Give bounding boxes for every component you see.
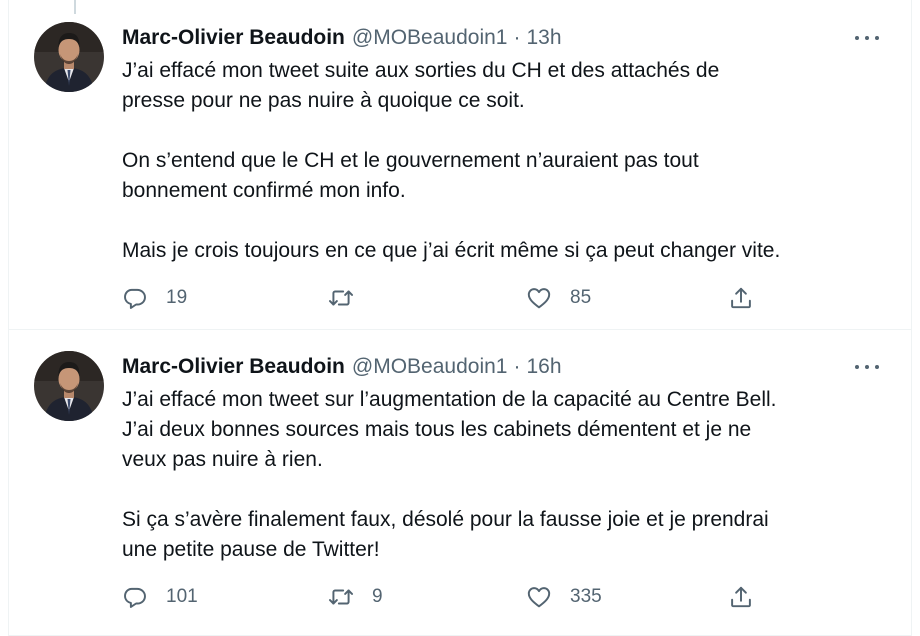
retweet-button[interactable]: [328, 282, 372, 314]
text-line: une petite pause de Twitter!: [122, 538, 380, 561]
author-name[interactable]: Marc-Olivier Beaudoin: [122, 355, 345, 379]
retweet-button[interactable]: 9: [328, 581, 383, 613]
retweet-arrows-icon: [328, 589, 354, 605]
tweet[interactable]: Marc-Olivier Beaudoin @MOBeaudoin1 · 13h…: [8, 0, 912, 330]
share-button[interactable]: [728, 581, 754, 613]
retweet-arrows-icon: [328, 290, 354, 306]
action-bar: 19 85: [122, 282, 782, 314]
tweet-text: J’ai effacé mon tweet sur l’augmentation…: [122, 385, 892, 565]
avatar[interactable]: [34, 22, 104, 92]
share-button[interactable]: [728, 282, 754, 314]
more-dot: [855, 365, 859, 369]
author-handle[interactable]: @MOBeaudoin1: [352, 355, 508, 379]
more-options-icon[interactable]: [852, 357, 882, 377]
reply-button[interactable]: 19: [122, 282, 187, 314]
tweet-text: J’ai effacé mon tweet suite aux sorties …: [122, 56, 892, 266]
more-dot: [875, 36, 879, 40]
tweet-header: Marc-Olivier Beaudoin @MOBeaudoin1 · 16h: [122, 355, 562, 383]
like-button[interactable]: 85: [526, 282, 591, 314]
retweet-count: 9: [372, 586, 383, 607]
reply-bubble-icon: [124, 288, 146, 309]
avatar-photo: [34, 22, 104, 92]
avatar[interactable]: [34, 351, 104, 421]
text-line: presse pour ne pas nuire à quoique ce so…: [122, 89, 525, 112]
tweet-header: Marc-Olivier Beaudoin @MOBeaudoin1 · 13h: [122, 26, 562, 54]
reply-count: 19: [166, 287, 188, 308]
more-dot: [875, 365, 879, 369]
header-separator: ·: [513, 26, 521, 49]
tweet-paragraph: J’ai effacé mon tweet sur l’augmentation…: [122, 385, 892, 475]
like-count: 85: [570, 287, 592, 308]
text-line: J’ai effacé mon tweet sur l’augmentation…: [122, 388, 777, 411]
like-count: 335: [570, 586, 602, 607]
share-upload-icon: [731, 586, 751, 608]
thread-connector-line: [74, 0, 76, 14]
text-line: veux pas nuire à rien.: [122, 448, 323, 471]
tweet-timestamp[interactable]: 13h: [526, 26, 561, 50]
more-options-icon[interactable]: [852, 28, 882, 48]
text-line: On s’entend que le CH et le gouvernement…: [122, 149, 699, 172]
tweet-timestamp[interactable]: 16h: [526, 355, 561, 379]
avatar-photo: [34, 351, 104, 421]
more-dot: [855, 36, 859, 40]
tweet[interactable]: Marc-Olivier Beaudoin @MOBeaudoin1 · 16h…: [8, 331, 912, 636]
text-line: bonnement confirmé mon info.: [122, 179, 406, 202]
text-line: Mais je crois toujours en ce que j’ai éc…: [122, 239, 781, 262]
header-separator: ·: [513, 355, 521, 378]
tweet-paragraph: J’ai effacé mon tweet suite aux sorties …: [122, 56, 892, 116]
reply-bubble-icon: [124, 587, 146, 608]
reply-count: 101: [166, 586, 198, 607]
text-line: J’ai deux bonnes sources mais tous les c…: [122, 418, 752, 441]
more-dot: [865, 365, 869, 369]
author-name[interactable]: Marc-Olivier Beaudoin: [122, 26, 345, 50]
action-bar: 101 9 335: [122, 581, 782, 613]
heart-icon: [527, 587, 551, 608]
more-dot: [865, 36, 869, 40]
like-button[interactable]: 335: [526, 581, 602, 613]
heart-icon: [527, 288, 551, 309]
tweet-paragraph: Mais je crois toujours en ce que j’ai éc…: [122, 236, 892, 266]
author-handle[interactable]: @MOBeaudoin1: [352, 26, 508, 50]
share-upload-icon: [731, 287, 751, 309]
text-line: J’ai effacé mon tweet suite aux sorties …: [122, 59, 720, 82]
reply-button[interactable]: 101: [122, 581, 198, 613]
tweet-paragraph: Si ça s’avère finalement faux, désolé po…: [122, 505, 892, 565]
text-line: Si ça s’avère finalement faux, désolé po…: [122, 508, 769, 531]
tweet-paragraph: On s’entend que le CH et le gouvernement…: [122, 146, 892, 206]
